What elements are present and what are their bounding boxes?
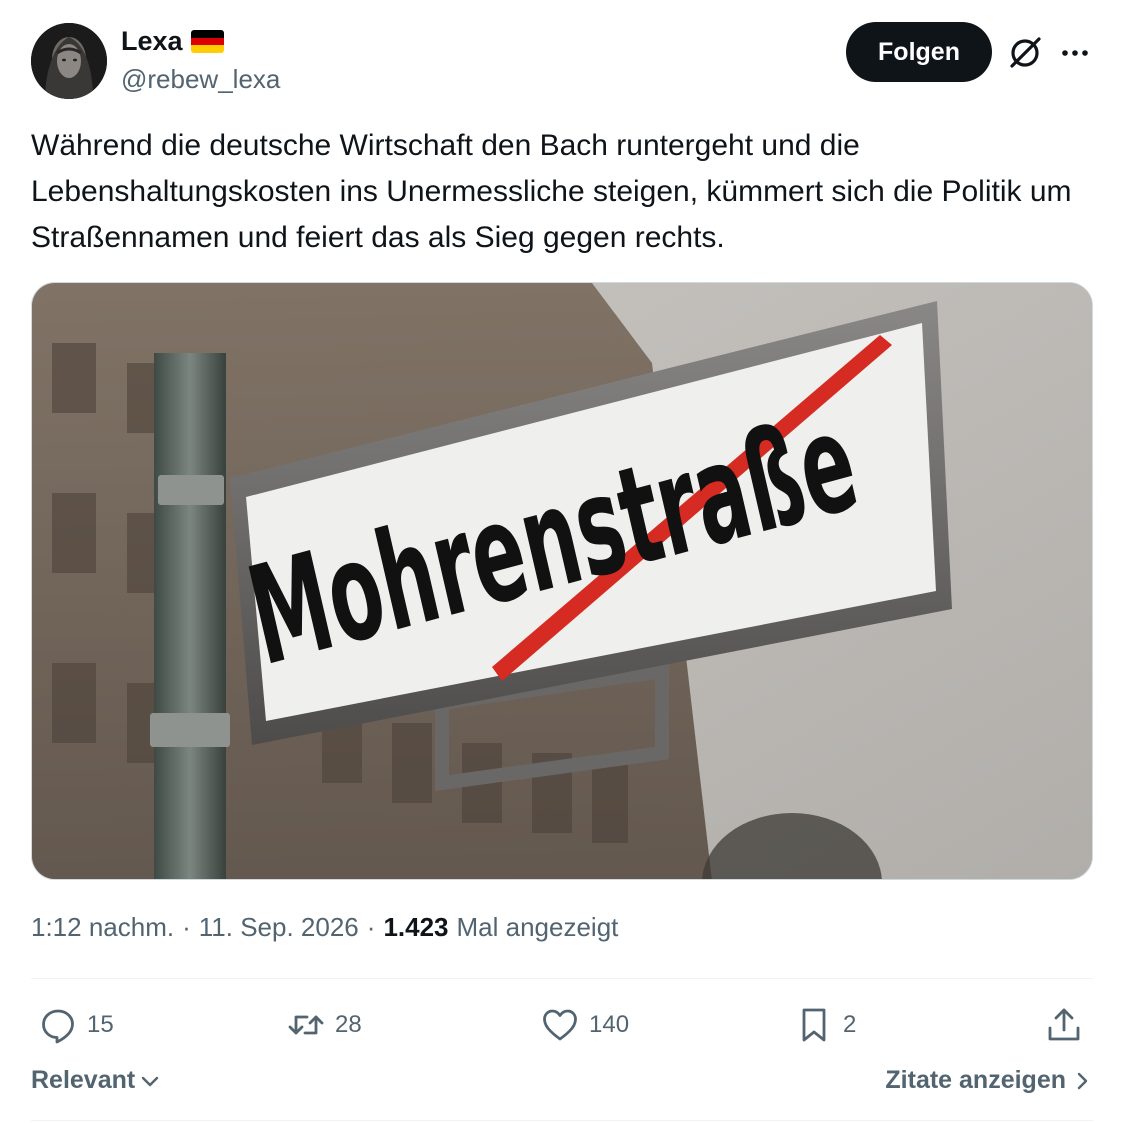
meta-separator: · <box>366 912 376 942</box>
sort-dropdown[interactable]: Relevant <box>31 1066 161 1095</box>
bookmark-count: 2 <box>843 1011 857 1038</box>
meta-separator: · <box>182 912 191 942</box>
author-name-row[interactable]: Lexa <box>121 26 224 57</box>
street-sign-image: Mohrenstraße <box>32 283 1092 879</box>
like-button[interactable]: 140 <box>541 1000 629 1050</box>
german-flag-icon <box>190 30 224 53</box>
reply-count: 15 <box>87 1011 114 1038</box>
action-bar: 15 28 140 2 <box>31 1000 1093 1050</box>
tweet-meta: 1:12 nachm. · 11. Sep. 2026 · 1.423 Mal … <box>31 912 618 943</box>
views-count: 1.423 <box>383 912 449 942</box>
divider <box>31 1120 1093 1121</box>
tweet-card: Lexa @rebew_lexa Folgen Während die deut… <box>0 0 1123 1123</box>
more-icon[interactable] <box>1058 36 1092 70</box>
divider <box>31 978 1093 979</box>
retweet-button[interactable]: 28 <box>287 1000 362 1050</box>
reply-button[interactable]: 15 <box>39 1000 114 1050</box>
quotes-label: Zitate anzeigen <box>885 1066 1066 1094</box>
views-label: Mal angezeigt <box>456 912 619 942</box>
follow-button[interactable]: Folgen <box>846 22 992 82</box>
tweet-time[interactable]: 1:12 nachm. <box>31 912 174 943</box>
tweet-date[interactable]: 11. Sep. 2026 <box>199 912 359 943</box>
retweet-icon <box>288 1015 324 1035</box>
avatar-image <box>31 23 107 99</box>
author-handle[interactable]: @rebew_lexa <box>121 64 280 95</box>
sort-label: Relevant <box>31 1066 136 1094</box>
chevron-down-icon <box>142 1076 159 1086</box>
tweet-image[interactable]: Mohrenstraße <box>31 282 1093 880</box>
chevron-right-icon <box>1077 1072 1088 1089</box>
grok-icon[interactable] <box>1006 34 1044 72</box>
share-button[interactable] <box>1045 1000 1083 1050</box>
bookmark-button[interactable]: 2 <box>795 1000 856 1050</box>
bookmark-icon <box>802 1008 826 1042</box>
avatar[interactable] <box>31 23 107 99</box>
display-name[interactable]: Lexa <box>121 26 183 57</box>
retweet-count: 28 <box>335 1011 362 1038</box>
view-quotes-link[interactable]: Zitate anzeigen <box>885 1066 1092 1095</box>
heart-icon <box>543 1009 577 1041</box>
tweet-text: Während die deutsche Wirtschaft den Bach… <box>31 129 1072 254</box>
like-count: 140 <box>589 1011 630 1038</box>
reply-icon <box>42 1009 74 1044</box>
share-icon <box>1048 1008 1080 1041</box>
